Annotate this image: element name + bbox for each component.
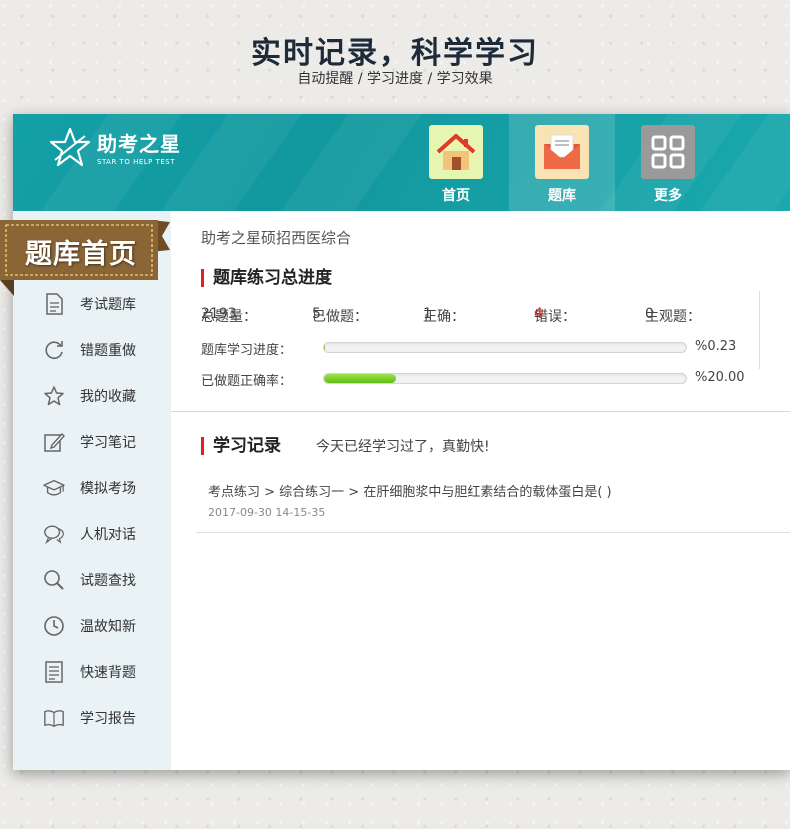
bank-progress-label: 题库学习进度：: [201, 343, 293, 358]
grid-icon: [641, 125, 695, 179]
sidebar-item-mock-exam[interactable]: 模拟考场: [13, 465, 171, 511]
bank-progress-fill: [324, 343, 326, 352]
bank-progress-row: 题库学习进度： %0.23: [201, 339, 761, 359]
hero-subtitle: 自动提醒 / 学习进度 / 学习效果: [297, 71, 493, 87]
accuracy-percent: %20.00: [695, 370, 745, 385]
record-item[interactable]: 考点练习 > 综合练习一 > 在肝细胞浆中与胆红素结合的载体蛋白是( ) 201…: [196, 481, 790, 533]
record-note: 今天已经学习过了，真勤快!: [316, 439, 490, 455]
progress-section-title: 题库练习总进度: [201, 269, 332, 287]
sidebar-item-label: 温故知新: [80, 619, 136, 635]
mail-icon: [535, 125, 589, 179]
sidebar-item-redo-wrong[interactable]: 错题重做: [13, 327, 171, 373]
star-logo-icon: [49, 127, 91, 167]
nav-more[interactable]: 更多: [615, 114, 721, 211]
top-nav: 首页 题库 更多: [403, 114, 721, 211]
document-icon: [43, 293, 65, 315]
sidebar-item-label: 快速背题: [80, 665, 136, 681]
ribbon-label: 题库首页: [25, 238, 137, 270]
sidebar-item-label: 学习笔记: [80, 435, 136, 451]
sidebar-item-dialogue[interactable]: 人机对话: [13, 511, 171, 557]
section-divider: [171, 411, 790, 412]
nav-home[interactable]: 首页: [403, 114, 509, 211]
bank-name: 助考之星硕招西医综合: [201, 229, 352, 247]
sidebar-item-label: 试题查找: [80, 573, 136, 589]
record-path[interactable]: 考点练习 > 综合练习一 > 在肝细胞浆中与胆红素结合的载体蛋白是( ): [208, 481, 612, 500]
sidebar-item-label: 我的收藏: [80, 389, 136, 405]
pencil-icon: [43, 431, 65, 453]
main-content: 助考之星硕招西医综合 题库练习总进度 总题量： 2193 已做题： 5 正确： 1 错…: [171, 211, 790, 770]
stats-row: 总题量： 2193 已做题： 5 正确： 1 错误： 4 主观题： 0: [201, 306, 701, 325]
nav-home-label: 首页: [442, 188, 470, 204]
accuracy-row: 已做题正确率： %20.00: [201, 370, 761, 390]
app-window: 助考之星 STAR TO HELP TEST 首页 题库 更多 考试题库 错题重…: [13, 114, 790, 770]
refresh-icon: [43, 339, 65, 361]
home-icon: [429, 125, 483, 179]
bank-progress-percent: %0.23: [695, 339, 737, 354]
list-icon: [43, 661, 65, 683]
clock-icon: [43, 615, 65, 637]
nav-more-label: 更多: [654, 188, 682, 204]
logo-tagline: STAR TO HELP TEST: [97, 158, 176, 166]
book-icon: [43, 707, 65, 729]
nav-question-bank-label: 题库: [548, 188, 576, 204]
star-icon: [43, 385, 65, 407]
top-bar: 助考之星 STAR TO HELP TEST 首页 题库 更多: [13, 114, 790, 211]
sidebar-item-notes[interactable]: 学习笔记: [13, 419, 171, 465]
question-bank-home-ribbon: 题库首页: [0, 216, 170, 296]
logo-name: 助考之星: [97, 132, 181, 156]
bank-progress-bar: [323, 342, 687, 353]
record-time: 2017-09-30 14-15-35: [208, 506, 326, 519]
sidebar-item-quick-recite[interactable]: 快速背题: [13, 649, 171, 695]
record-section-title: 学习记录: [201, 437, 281, 455]
logo[interactable]: 助考之星 STAR TO HELP TEST: [49, 122, 209, 172]
chat-icon: [43, 523, 65, 545]
sidebar-item-report[interactable]: 学习报告: [13, 695, 171, 741]
hero-title: 实时记录，科学学习: [251, 36, 539, 71]
sidebar-item-search[interactable]: 试题查找: [13, 557, 171, 603]
sidebar-item-label: 考试题库: [80, 297, 136, 313]
accuracy-bar: [323, 373, 687, 384]
sidebar-item-label: 模拟考场: [80, 481, 136, 497]
sidebar-item-label: 错题重做: [80, 343, 136, 359]
sidebar-item-review[interactable]: 温故知新: [13, 603, 171, 649]
nav-question-bank[interactable]: 题库: [509, 114, 615, 211]
graduation-cap-icon: [43, 477, 65, 499]
sidebar-item-label: 学习报告: [80, 711, 136, 727]
sidebar-item-favorites[interactable]: 我的收藏: [13, 373, 171, 419]
sidebar-item-label: 人机对话: [80, 527, 136, 543]
accuracy-label: 已做题正确率：: [201, 374, 293, 389]
accuracy-fill: [324, 374, 397, 383]
search-icon: [43, 569, 65, 591]
